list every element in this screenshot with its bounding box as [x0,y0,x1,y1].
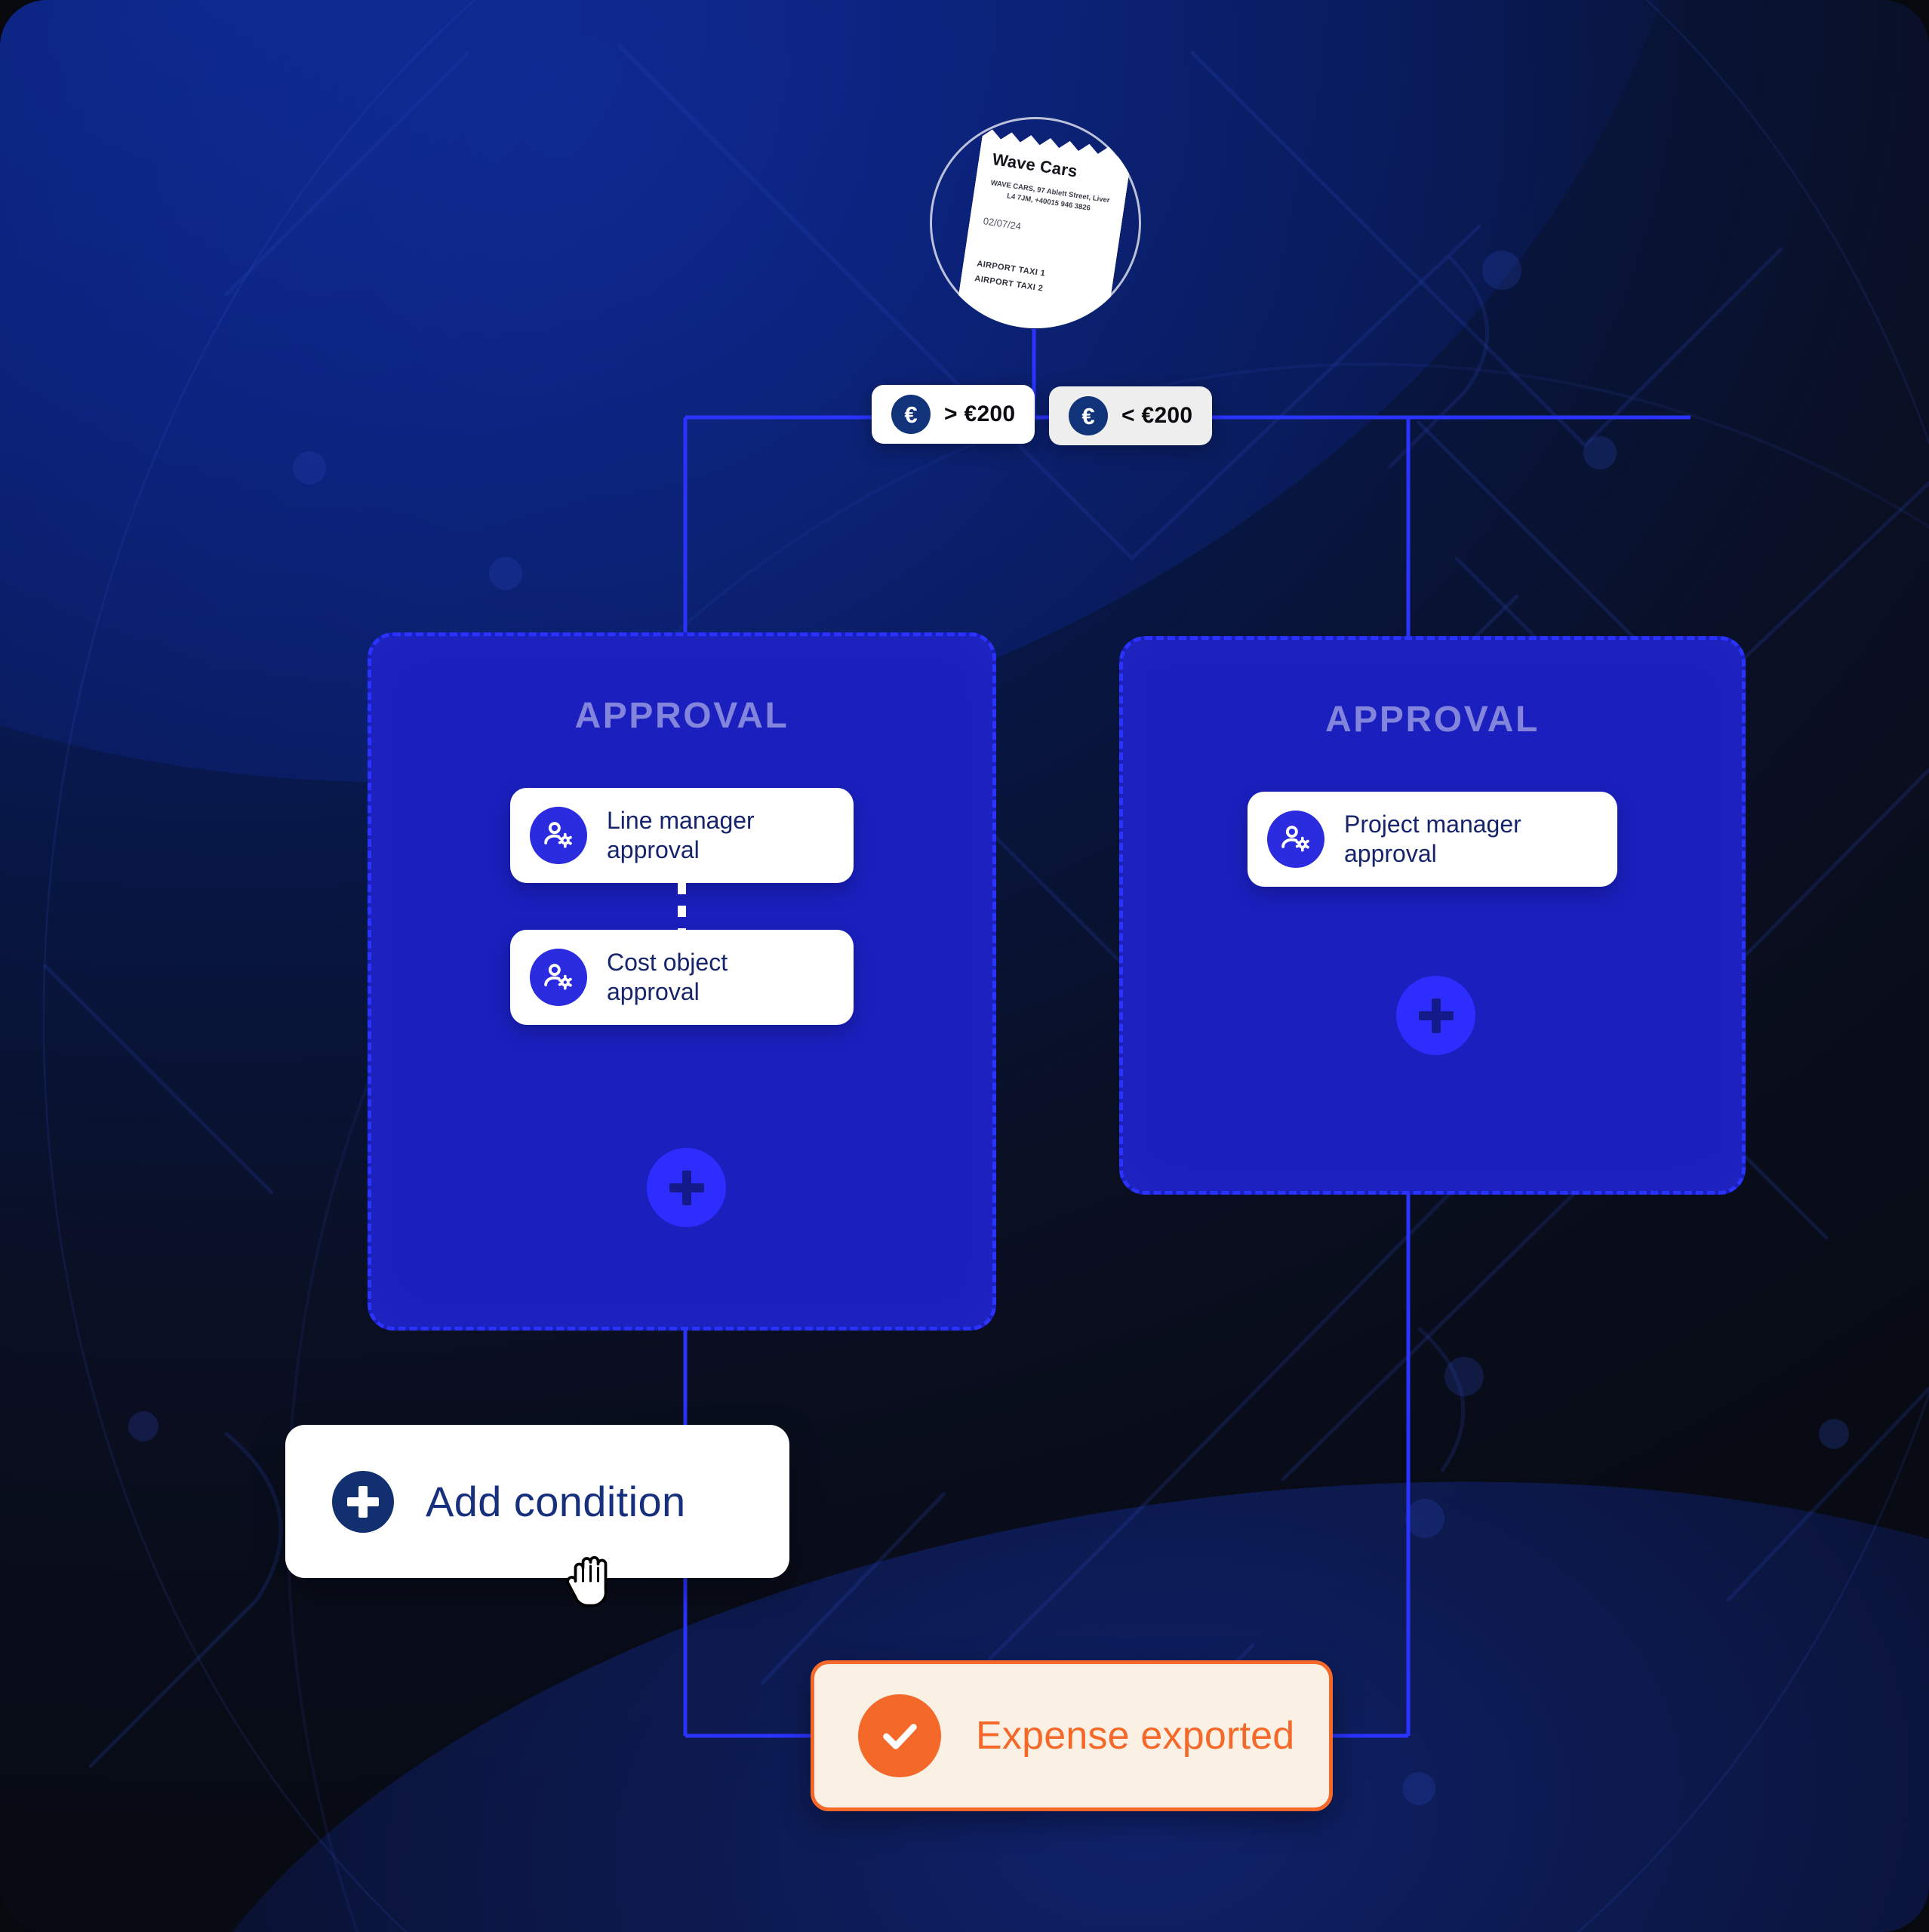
approval-title: APPROVAL [1325,700,1540,740]
add-condition-button[interactable]: Add condition [285,1425,789,1578]
step-connector-dashed [678,883,686,931]
approval-title: APPROVAL [574,696,789,736]
receipt-paper: Wave Cars WAVE CARS, 97 Ablett Street, L… [953,128,1133,328]
euro-icon: € [1069,396,1108,435]
check-circle-icon [858,1694,941,1777]
receipt-node[interactable]: Wave Cars WAVE CARS, 97 Ablett Street, L… [930,117,1141,328]
condition-label: < €200 [1121,403,1193,428]
receipt-clip: Wave Cars WAVE CARS, 97 Ablett Street, L… [930,117,1141,328]
euro-icon: € [891,395,931,434]
plus-icon [669,1170,704,1205]
add-approval-step-button-left[interactable] [647,1148,726,1227]
user-settings-icon [1267,811,1324,869]
workflow-canvas: Wave Cars WAVE CARS, 97 Ablett Street, L… [0,0,1929,1932]
expense-exported-status[interactable]: Expense exported [811,1660,1333,1811]
approval-step-label: Cost object approval [607,949,728,1006]
receipt-date: 02/07/24 [982,214,1023,232]
condition-badge-greater-than[interactable]: € > €200 [872,385,1035,444]
user-settings-icon [530,949,587,1007]
plus-icon [1418,998,1454,1033]
approval-step-label: Line manager approval [607,807,755,864]
approval-branch-left[interactable]: APPROVAL Line manager approval Cost obje… [368,632,996,1331]
user-settings-icon [530,807,587,865]
grab-hand-cursor [566,1555,608,1607]
condition-label: > €200 [944,401,1016,426]
approval-step-cost-object[interactable]: Cost object approval [510,930,854,1026]
approval-steps-right: Project manager approval [1123,792,1742,888]
approval-branch-right[interactable]: APPROVAL Project manager approval [1119,636,1746,1195]
add-condition-label: Add condition [426,1478,686,1525]
receipt-items: AIRPORT TAXI 1 AIRPORT TAXI 2 [974,256,1103,305]
condition-badge-less-than[interactable]: € < €200 [1049,386,1213,445]
approval-steps-left: Line manager approval Cost object approv… [371,788,992,1026]
add-approval-step-button-right[interactable] [1396,976,1475,1055]
approval-step-project-manager[interactable]: Project manager approval [1248,792,1617,888]
approval-step-label: Project manager approval [1344,811,1521,868]
approval-step-line-manager[interactable]: Line manager approval [510,788,854,884]
plus-icon [332,1470,394,1533]
status-label: Expense exported [976,1714,1295,1758]
